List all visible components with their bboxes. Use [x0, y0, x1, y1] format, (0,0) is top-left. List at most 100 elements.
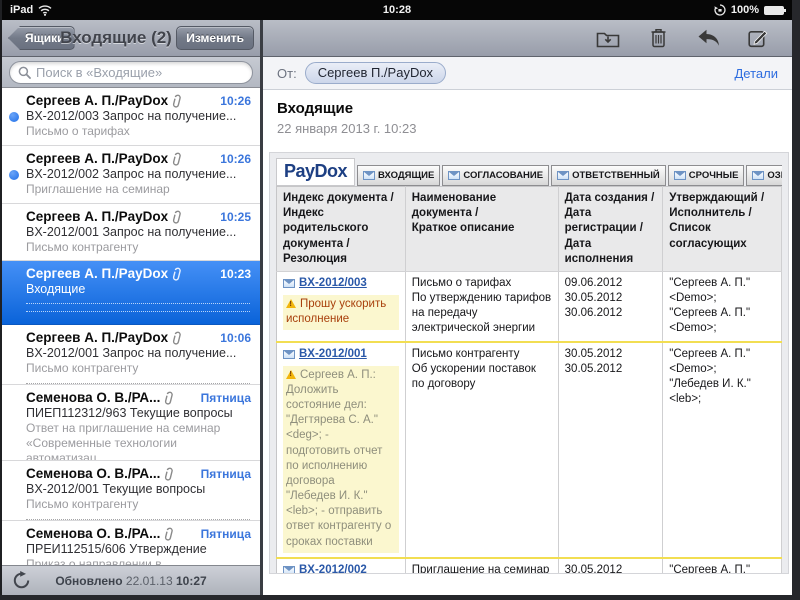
attachment-icon	[171, 265, 184, 282]
email-list-item[interactable]: Сергеев А. П./PayDox10:25BX-2012/001 Зап…	[2, 204, 260, 261]
document-index-cell: BX-2012/002Сергеев А. П. К исполнению! -…	[277, 558, 406, 574]
search-icon	[18, 66, 31, 79]
email-subject: BX-2012/002 Запрос на получение...	[26, 167, 251, 181]
documents-table: Индекс документа / Индекс родительского …	[276, 186, 782, 574]
unread-dot-icon	[9, 170, 19, 180]
resolution-note: Сергеев А. П.: Доложить состояние дел: "…	[283, 366, 399, 553]
updated-label: Обновлено	[55, 574, 122, 588]
paydox-tab-label: ОТВЕТСТВЕННЫЙ	[572, 170, 660, 181]
document-dates-cell: 09.06.2012 30.05.2012 30.06.2012	[558, 271, 663, 341]
preview-dots	[26, 307, 250, 312]
document-people-cell: "Сергеев А. П." <Demo>; -	[663, 558, 782, 574]
warning-icon	[286, 299, 296, 308]
search-input[interactable]	[36, 65, 244, 80]
document-index-cell: BX-2012/001 Сергеев А. П.: Доложить состо…	[277, 342, 406, 558]
email-list-item[interactable]: Сергеев А. П./PayDox10:23Входящие	[2, 261, 260, 325]
updated-date: 22.01.13	[126, 574, 173, 588]
email-subject: BX-2012/001 Запрос на получение...	[26, 225, 251, 239]
email-list-item[interactable]: Сергеев А. П./PayDox 10:26BX-2012/003 Зап…	[2, 88, 260, 146]
mailbox-sidebar: Ящики Входящие (2) Изменить Сергеев А. П…	[2, 20, 260, 595]
status-bar: iPad 10:28 100%	[2, 0, 792, 20]
clock: 10:28	[2, 4, 792, 16]
preview-dots	[26, 299, 250, 304]
reply-button[interactable]	[696, 27, 720, 49]
reader-toolbar	[263, 20, 792, 57]
email-time: 10:23	[220, 267, 251, 281]
rotation-lock-icon	[714, 4, 726, 16]
email-sender: Сергеев А. П./PayDox	[26, 151, 168, 166]
paydox-tab-2[interactable]: СОГЛАСОВАНИЕ	[442, 165, 549, 186]
message-reader: От: Сергеев П./PayDox Детали Входящие 22…	[263, 20, 792, 595]
reply-arrow-icon	[697, 29, 720, 47]
paydox-tab-1[interactable]: ВХОДЯЩИЕ	[357, 165, 440, 186]
compose-button[interactable]	[746, 27, 770, 49]
paydox-tab-3[interactable]: ОТВЕТСТВЕННЫЙ	[551, 165, 666, 186]
document-name-cell: Письмо о тарифах По утверждению тарифов …	[405, 271, 558, 341]
envelope-icon	[674, 171, 686, 180]
email-sender: Сергеев А. П./PayDox	[26, 93, 168, 108]
email-time: Пятница	[201, 467, 251, 481]
move-to-folder-button[interactable]	[596, 27, 620, 49]
paydox-tab-label: СРОЧНЫЕ	[689, 170, 739, 181]
envelope-icon	[283, 566, 295, 574]
updated-time: 10:27	[176, 574, 207, 588]
email-list-item[interactable]: Сергеев А. П./PayDox 10:26BX-2012/002 Зап…	[2, 146, 260, 204]
paydox-tabs: ВХОДЯЩИЕ СОГЛАСОВАНИЕ ОТВЕТСТВЕННЫЙ СРОЧНЫЕ…	[357, 158, 782, 186]
email-list-item[interactable]: Семенова О. В./РА...ПятницаПРЕИ112515/60…	[2, 521, 260, 565]
attachment-icon	[163, 525, 176, 542]
email-preview: Письмо контрагенту	[26, 361, 251, 376]
document-name-cell: Приглашение на семинар Тема семинара «Со…	[405, 558, 558, 574]
email-time: 10:06	[220, 331, 251, 345]
updated-status: Обновлено 22.01.13 10:27	[2, 574, 260, 588]
device-frame: iPad 10:28 100% Ящики Входящие (2) Измен…	[0, 0, 800, 600]
subject-block: Входящие 22 января 2013 г. 10:23	[263, 90, 792, 144]
document-dates-cell: 30.05.2012 30.05.2012	[558, 558, 663, 574]
unread-dot-icon	[9, 112, 19, 122]
email-time: Пятница	[201, 527, 251, 541]
email-subject: ПРЕИ112515/606 Утверждение	[26, 542, 251, 556]
battery-icon	[764, 6, 784, 15]
email-time: 10:26	[220, 94, 251, 108]
delete-button[interactable]	[646, 27, 670, 49]
paydox-logo: PayDox	[276, 158, 355, 186]
attachment-icon	[171, 150, 184, 167]
email-sender: Семенова О. В./РА...	[26, 390, 160, 405]
email-preview: Приказ о направлении в командировку.....…	[26, 557, 251, 565]
folder-icon	[596, 29, 620, 48]
table-column-header: Дата создания / Дата регистрации / Дата …	[558, 187, 663, 272]
email-list-item[interactable]: Семенова О. В./РА...ПятницаBX-2012/001 Т…	[2, 461, 260, 521]
email-subject: BX-2012/003 Запрос на получение...	[26, 109, 251, 123]
sidebar-footer: Обновлено 22.01.13 10:27	[2, 565, 260, 595]
attachment-icon	[171, 92, 184, 109]
email-list-item[interactable]: Семенова О. В./РА...ПятницаПИЕП112312/96…	[2, 385, 260, 461]
envelope-icon	[283, 279, 295, 288]
attachment-icon	[163, 465, 176, 482]
email-preview: Письмо контрагенту	[26, 240, 251, 255]
details-link[interactable]: Детали	[735, 66, 779, 81]
preview-dots	[26, 379, 250, 384]
document-row: BX-2012/003Прошу ускорить исполнениеПись…	[277, 271, 782, 341]
trash-icon	[650, 28, 667, 48]
table-column-header: Наименование документа / Краткое описани…	[405, 187, 558, 272]
document-index-cell: BX-2012/003Прошу ускорить исполнение	[277, 271, 406, 341]
email-subject: Входящие	[26, 282, 251, 296]
email-time: 10:26	[220, 152, 251, 166]
document-link[interactable]: BX-2012/003	[299, 276, 367, 291]
sender-chip[interactable]: Сергеев П./PayDox	[305, 62, 446, 84]
paydox-tab-4[interactable]: СРОЧНЫЕ	[668, 165, 745, 186]
paydox-tab-5[interactable]: ОЗНАКОМИТЬСЯ	[746, 165, 782, 186]
document-row: BX-2012/002Сергеев А. П. К исполнению! -…	[277, 558, 782, 574]
battery-percent: 100%	[731, 4, 759, 16]
attachment-icon	[163, 389, 176, 406]
paydox-widget: PayDox ВХОДЯЩИЕ СОГЛАСОВАНИЕ ОТВЕТСТВЕННЫЙ…	[269, 152, 789, 574]
document-link[interactable]: BX-2012/002	[299, 563, 367, 574]
email-list-item[interactable]: Сергеев А. П./PayDox10:06BX-2012/001 Зап…	[2, 325, 260, 385]
email-preview: Ответ на приглашение на семинар «Совреме…	[26, 421, 251, 461]
email-time: 10:25	[220, 210, 251, 224]
refresh-icon[interactable]	[12, 571, 31, 590]
email-list: Сергеев А. П./PayDox10:26BX-2012/003 Зап…	[2, 88, 260, 565]
warning-icon	[286, 370, 296, 379]
paydox-tab-label: СОГЛАСОВАНИЕ	[463, 170, 543, 181]
email-sender: Сергеев А. П./PayDox	[26, 330, 168, 345]
document-link[interactable]: BX-2012/001	[299, 347, 367, 362]
